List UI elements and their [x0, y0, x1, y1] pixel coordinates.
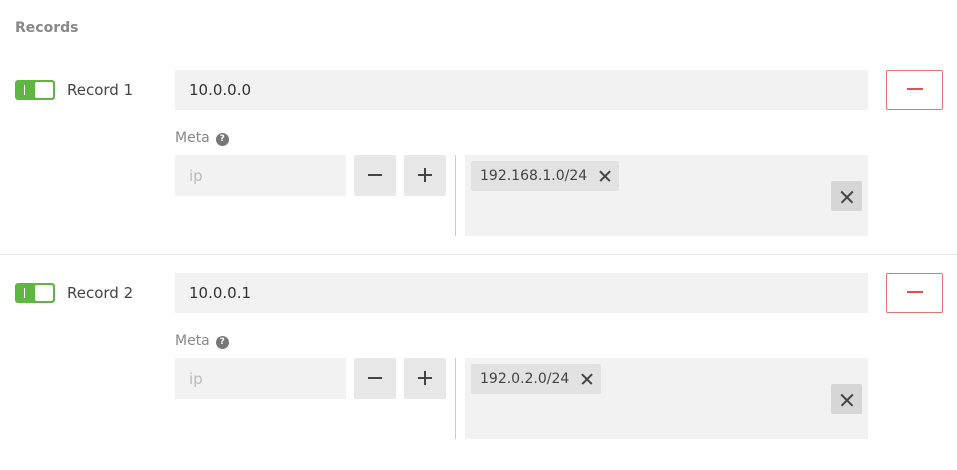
close-icon[interactable]: [599, 170, 611, 182]
close-icon: [839, 189, 854, 204]
minus-icon: [368, 377, 382, 379]
record-1-clear-tags-button[interactable]: [831, 181, 862, 211]
records-panel: Records Record 1 Meta? 192.168.1.0/24: [0, 0, 957, 470]
close-icon[interactable]: [581, 373, 593, 385]
record-2: Record 2 Meta? 192.0.2.0/24: [0, 273, 957, 463]
record-2-value-input[interactable]: [175, 273, 868, 313]
record-1-label: Record 1: [67, 81, 134, 99]
record-1-tags-box[interactable]: 192.168.1.0/24: [465, 155, 868, 236]
minus-icon: [907, 291, 923, 293]
record-1-remove-button[interactable]: [886, 70, 943, 110]
plus-icon: [424, 371, 426, 385]
minus-icon: [368, 174, 382, 176]
tag-label: 192.168.1.0/24: [480, 168, 588, 184]
record-2-meta-label: Meta?: [175, 332, 229, 350]
toggle-on-mark: [24, 85, 25, 95]
record-2-ip-input[interactable]: [175, 358, 346, 399]
record-2-decrement-button[interactable]: [354, 358, 396, 399]
record-divider: [0, 254, 957, 255]
question-circle-icon[interactable]: ?: [215, 336, 229, 349]
record-1-tag: 192.168.1.0/24: [471, 161, 620, 191]
record-2-enable-toggle[interactable]: [15, 283, 55, 303]
record-1-value-input[interactable]: [175, 70, 868, 110]
record-2-increment-button[interactable]: [404, 358, 446, 399]
record-2-label: Record 2: [67, 284, 134, 302]
record-2-tag: 192.0.2.0/24: [471, 364, 602, 394]
record-2-tags-box[interactable]: 192.0.2.0/24: [465, 358, 868, 439]
minus-icon: [907, 88, 923, 90]
record-1-enable-toggle[interactable]: [15, 80, 55, 100]
meta-label-text: Meta: [175, 130, 210, 146]
toggle-knob: [35, 82, 53, 98]
toggle-on-mark: [24, 288, 25, 298]
record-1-decrement-button[interactable]: [354, 155, 396, 196]
section-title: Records: [15, 20, 79, 36]
tag-label: 192.0.2.0/24: [480, 371, 570, 387]
close-icon: [839, 392, 854, 407]
record-1-increment-button[interactable]: [404, 155, 446, 196]
record-2-remove-button[interactable]: [886, 273, 943, 313]
meta-label-text: Meta: [175, 333, 210, 349]
plus-icon: [424, 168, 426, 182]
meta-divider: [455, 155, 456, 236]
meta-divider: [455, 358, 456, 439]
record-1-ip-input[interactable]: [175, 155, 346, 196]
record-1-meta-label: Meta?: [175, 129, 229, 147]
record-1: Record 1 Meta? 192.168.1.0/24: [0, 70, 957, 260]
toggle-knob: [35, 285, 53, 301]
question-circle-icon[interactable]: ?: [215, 133, 229, 146]
record-2-clear-tags-button[interactable]: [831, 384, 862, 414]
